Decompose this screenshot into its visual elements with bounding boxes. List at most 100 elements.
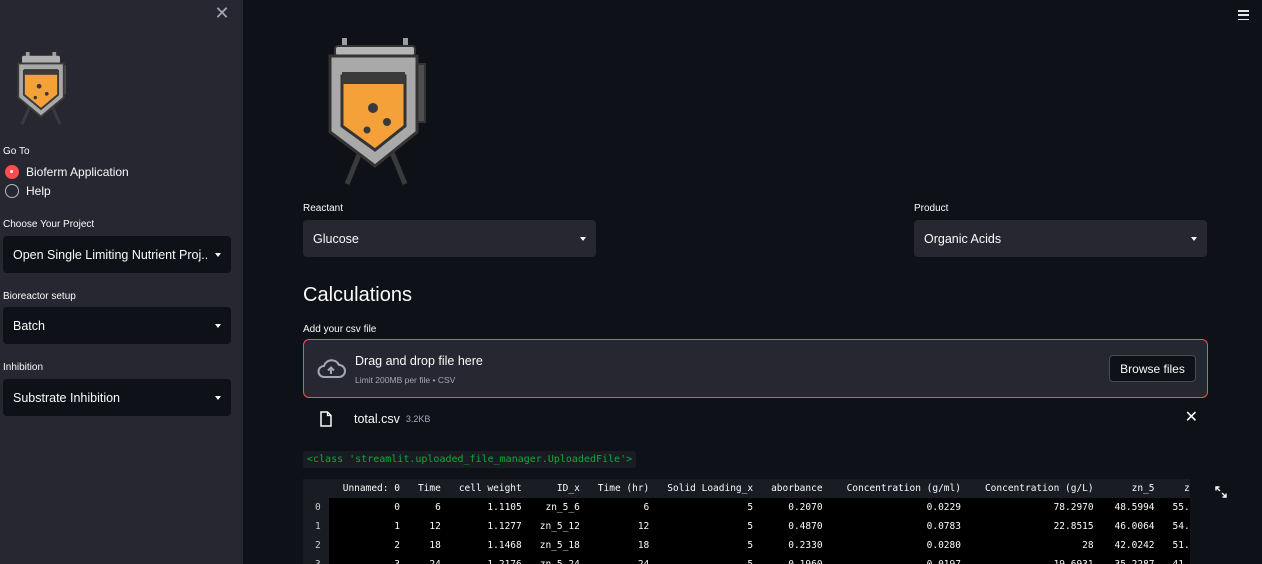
table-cell: zn_5_18 <box>529 536 588 555</box>
table-cell: 6 <box>587 498 658 517</box>
dropzone-subtitle: Limit 200MB per file • CSV <box>355 375 456 385</box>
table-cell: 18 <box>407 536 449 555</box>
table-cell: 0.4870 <box>761 517 831 536</box>
column-header[interactable]: ID_x <box>529 479 588 498</box>
radio-unchecked-icon[interactable] <box>5 184 19 198</box>
table-cell: 46.0064 <box>1101 517 1163 536</box>
table-cell: 18 <box>587 536 658 555</box>
table-cell: zn_5_24 <box>529 555 588 564</box>
column-header[interactable]: zn_5 <box>1101 479 1163 498</box>
table-cell: 0.0280 <box>830 536 969 555</box>
chevron-down-icon <box>215 323 221 328</box>
table-cell: 48.5994 <box>1101 498 1163 517</box>
project-label: Choose Your Project <box>3 219 95 230</box>
expand-icon[interactable] <box>1215 486 1227 498</box>
file-dropzone[interactable]: Drag and drop file here Limit 200MB per … <box>303 339 1208 398</box>
inhibition-select-value: Substrate Inhibition <box>13 390 121 405</box>
column-header[interactable]: aborbance <box>761 479 831 498</box>
table-cell: 41. <box>1162 555 1190 564</box>
page-heading: Calculations <box>303 284 412 306</box>
hamburger-menu-icon[interactable] <box>1238 10 1249 20</box>
chevron-down-icon <box>1191 236 1197 241</box>
table-cell: 2 <box>328 536 408 555</box>
project-select-value: Open Single Limiting Nutrient Proj... <box>13 247 209 262</box>
column-header[interactable]: Time <box>407 479 449 498</box>
column-header[interactable]: Unnamed: 0 <box>328 479 408 498</box>
table-cell: 22.8515 <box>968 517 1102 536</box>
table-cell: 0 <box>328 498 408 517</box>
chevron-down-icon <box>215 252 221 257</box>
nav-option-bioferm[interactable]: Bioferm Application <box>5 165 129 179</box>
browse-files-button[interactable]: Browse files <box>1109 355 1196 382</box>
table-cell: 0 <box>303 498 329 517</box>
table-row: 3 3 24 1.2176 zn_5_24 24 5 0.1960 0.0197… <box>303 555 1190 564</box>
column-header[interactable]: Concentration (g/ml) <box>830 479 969 498</box>
nav-option-help[interactable]: Help <box>5 184 51 198</box>
dataframe[interactable]: Unnamed: 0 Time cell weight ID_x Time (h… <box>303 479 1205 564</box>
column-header[interactable]: z <box>1162 479 1190 498</box>
remove-file-icon[interactable]: ✕ <box>1185 410 1198 426</box>
file-name: total.csv <box>354 412 400 426</box>
close-icon[interactable]: ✕ <box>214 4 230 22</box>
bioreactor-logo <box>17 52 66 125</box>
reactant-select[interactable]: Glucose <box>303 220 596 257</box>
table-cell: 5 <box>657 536 762 555</box>
reactant-label: Reactant <box>303 203 344 214</box>
table-cell: 1.1277 <box>448 517 530 536</box>
data-table: Unnamed: 0 Time cell weight ID_x Time (h… <box>303 479 1190 564</box>
bioreactor-logo <box>328 38 426 185</box>
table-cell: 0.0229 <box>830 498 969 517</box>
table-cell: 35.2287 <box>1101 555 1163 564</box>
table-cell: 51. <box>1162 536 1190 555</box>
table-header-row: Unnamed: 0 Time cell weight ID_x Time (h… <box>303 479 1190 498</box>
table-cell: 24 <box>587 555 658 564</box>
bioreactor-select[interactable]: Batch <box>3 307 231 344</box>
table-cell: 6 <box>407 498 449 517</box>
dropzone-title: Drag and drop file here <box>355 354 483 368</box>
column-header[interactable] <box>303 479 329 498</box>
product-label: Product <box>914 203 949 214</box>
file-size: 3.2KB <box>405 414 431 424</box>
chevron-down-icon <box>215 395 221 400</box>
table-cell: zn_5_6 <box>529 498 588 517</box>
table-cell: 42.0242 <box>1101 536 1163 555</box>
inhibition-label: Inhibition <box>3 362 44 373</box>
table-cell: 78.2970 <box>968 498 1102 517</box>
table-row: 2 2 18 1.1468 zn_5_18 18 5 0.2330 0.0280… <box>303 536 1190 555</box>
uploaded-file-row: total.csv 3.2KB ✕ <box>320 408 1200 430</box>
table-row: 0 0 6 1.1105 zn_5_6 6 5 0.2070 0.0229 78… <box>303 498 1190 517</box>
column-header[interactable]: cell weight <box>448 479 530 498</box>
table-cell: 0.1960 <box>761 555 831 564</box>
table-cell: 19.6931 <box>968 555 1102 564</box>
column-header[interactable]: Solid Loading_x <box>657 479 762 498</box>
code-output: <class 'streamlit.uploaded_file_manager.… <box>303 451 637 468</box>
cloud-upload-icon <box>317 359 346 378</box>
product-select[interactable]: Organic Acids <box>914 220 1207 257</box>
goto-label: Go To <box>3 146 30 157</box>
inhibition-select[interactable]: Substrate Inhibition <box>3 379 231 416</box>
table-cell: 3 <box>328 555 408 564</box>
table-cell: 5 <box>657 498 762 517</box>
table-cell: 0.2330 <box>761 536 831 555</box>
chevron-down-icon <box>580 236 586 241</box>
product-select-value: Organic Acids <box>924 231 1002 246</box>
bioreactor-select-value: Batch <box>13 318 45 333</box>
table-cell: 1.1105 <box>448 498 530 517</box>
table-cell: 5 <box>657 517 762 536</box>
table-cell: 55. <box>1162 498 1190 517</box>
table-cell: 12 <box>587 517 658 536</box>
column-header[interactable]: Time (hr) <box>587 479 658 498</box>
reactant-select-value: Glucose <box>313 231 359 246</box>
project-select[interactable]: Open Single Limiting Nutrient Proj... <box>3 236 231 273</box>
column-header[interactable]: Concentration (g/L) <box>968 479 1102 498</box>
table-cell: zn_5_12 <box>529 517 588 536</box>
nav-option-label: Bioferm Application <box>26 165 129 179</box>
radio-checked-icon[interactable] <box>5 165 19 179</box>
table-cell: 1 <box>303 517 329 536</box>
table-cell: 0.2070 <box>761 498 831 517</box>
table-cell: 2 <box>303 536 329 555</box>
table-cell: 0.0783 <box>830 517 969 536</box>
table-cell: 28 <box>968 536 1102 555</box>
table-row: 1 1 12 1.1277 zn_5_12 12 5 0.4870 0.0783… <box>303 517 1190 536</box>
table-cell: 1.2176 <box>448 555 530 564</box>
